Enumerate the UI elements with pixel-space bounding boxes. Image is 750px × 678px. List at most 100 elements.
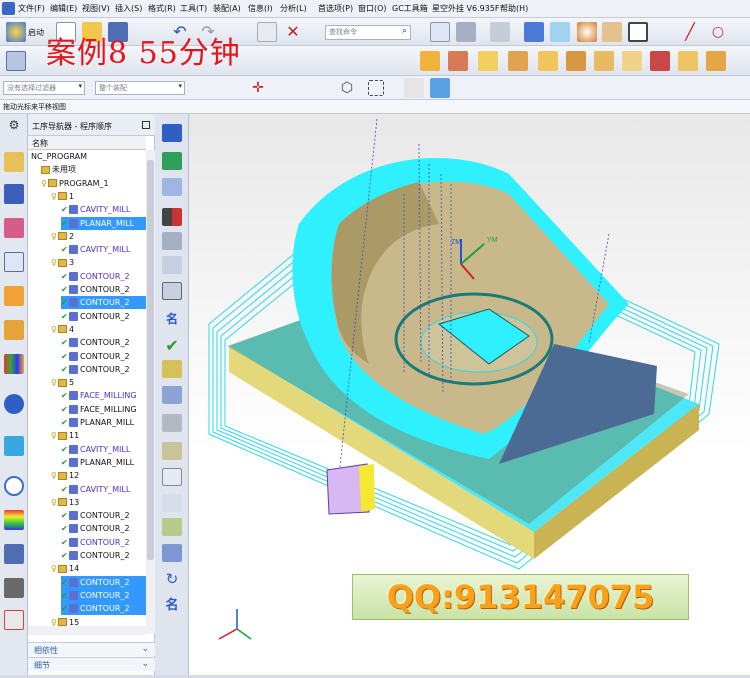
tree-row[interactable]: ✔ CONTOUR_2 [61, 588, 146, 602]
feature-navigator-icon[interactable] [4, 320, 24, 340]
reuse-library-icon[interactable] [4, 354, 24, 374]
tree-row[interactable]: ✔ CONTOUR_2 [61, 363, 146, 376]
create-geometry-icon[interactable] [448, 51, 468, 71]
create-tool-icon[interactable] [478, 51, 498, 71]
tree-row[interactable]: ✔ CAVITY_MILL [61, 243, 146, 256]
menu-item[interactable]: 帮助(H) [500, 3, 528, 14]
tree-row[interactable]: ♀ 1 [51, 190, 146, 203]
check-icon[interactable]: ✔ [162, 336, 182, 355]
machine-tool-icon[interactable] [706, 51, 726, 71]
tree-row[interactable]: ♀ 2 [51, 230, 146, 243]
tree-row[interactable]: ✔ CONTOUR_2 [61, 350, 146, 363]
tree-row[interactable]: ✔ CONTOUR_2 [61, 509, 146, 522]
system-scenes-icon[interactable] [4, 578, 24, 598]
fit-view-icon[interactable] [430, 22, 450, 42]
cut-icon[interactable] [257, 22, 277, 42]
tree-row[interactable]: ♀ PROGRAM_1 [41, 177, 146, 190]
tree-row[interactable]: ✔ CONTOUR_2 [61, 522, 146, 535]
tree-row[interactable]: ♀ 11 [51, 429, 146, 442]
tree-row[interactable]: ✔ PLANAR_MILL [61, 456, 146, 469]
constraint-navigator-icon[interactable] [4, 184, 24, 204]
operation-navigator-icon[interactable] [4, 252, 24, 272]
tree-row[interactable]: ✔ CONTOUR_2 [61, 270, 146, 283]
tree-row[interactable]: ♀ 4 [51, 323, 146, 336]
tree-row[interactable]: ♀ 3 [51, 256, 146, 269]
column-header-name[interactable]: 名称 [28, 136, 146, 150]
menu-item[interactable]: 格式(R) [148, 3, 176, 14]
tree-row[interactable]: ✔ CONTOUR_2 [61, 283, 146, 296]
tree-row[interactable]: ✔ CONTOUR_2 [61, 536, 146, 549]
user-icon[interactable] [162, 386, 182, 404]
split-icon[interactable] [162, 544, 182, 562]
machine-navigator-icon[interactable] [4, 286, 24, 306]
settings-icon[interactable]: ⚙ [4, 118, 24, 138]
refresh-icon[interactable]: ↻ [162, 570, 182, 588]
hidden-edge-view-icon[interactable] [550, 22, 570, 42]
program-group-icon[interactable] [6, 51, 26, 71]
tree-row[interactable]: ♀ 14 [51, 562, 146, 575]
tool-display-icon[interactable] [162, 256, 182, 274]
type-filter-select[interactable]: 没有选择过滤器 ▾ [3, 81, 85, 95]
blue-cube-icon[interactable] [430, 78, 450, 98]
output-cls-icon[interactable] [678, 51, 698, 71]
create-operation-icon[interactable] [420, 51, 440, 71]
roles-icon[interactable] [4, 544, 24, 564]
grid-icon[interactable] [162, 518, 182, 536]
tree-row[interactable]: ✔ CONTOUR_2 [61, 296, 146, 310]
scrollbar-thumb[interactable] [147, 160, 154, 560]
generate-path-icon[interactable] [508, 51, 528, 71]
vertical-scrollbar[interactable] [146, 150, 155, 634]
menu-item[interactable]: 插入(S) [115, 3, 142, 14]
postprocess-icon[interactable] [594, 51, 614, 71]
layer-icon[interactable] [602, 22, 622, 42]
tree-row[interactable]: ♀ 13 [51, 496, 146, 509]
tree-row[interactable]: ✔ PLANAR_MILL [61, 416, 146, 429]
image-icon[interactable] [162, 468, 182, 486]
wrench-icon[interactable] [162, 442, 182, 460]
menu-item[interactable]: 首选项(P) [318, 3, 353, 14]
program-icon[interactable] [162, 124, 182, 142]
tool-path-icon[interactable] [162, 232, 182, 250]
ipw-icon[interactable] [650, 51, 670, 71]
panel-details[interactable]: 细节 ⌄ [28, 657, 155, 671]
menu-item[interactable]: 信息(I) [248, 3, 273, 14]
tree-row[interactable]: NC_PROGRAM [31, 150, 146, 163]
tree-row[interactable]: ♀ 12 [51, 469, 146, 482]
tree-row[interactable]: ✔ CAVITY_MILL [61, 203, 146, 216]
delete-icon[interactable]: ✕ [283, 22, 303, 42]
menu-item[interactable]: 窗口(O) [358, 3, 387, 14]
shaded-view-icon[interactable] [456, 22, 476, 42]
arc-tool-icon[interactable]: ○ [708, 22, 728, 42]
palettes-icon[interactable] [4, 436, 24, 456]
insert-icon[interactable] [162, 152, 182, 170]
web-browser-icon[interactable] [4, 394, 24, 414]
menu-item[interactable]: 文件(F) [18, 3, 45, 14]
tree-row[interactable]: ✔ CAVITY_MILL [61, 443, 146, 456]
menu-item[interactable]: 工具(T) [180, 3, 207, 14]
cog-icon[interactable] [162, 414, 182, 432]
menu-item[interactable]: GC工具箱 [392, 3, 428, 14]
operation-tree[interactable]: NC_PROGRAM 未用项 ♀ PROGRAM_1 ♀ 1 ✔ CAVITY_MILL ✔ PL… [28, 150, 146, 634]
rename-icon[interactable]: 名 [162, 310, 182, 328]
history-icon[interactable] [4, 476, 24, 496]
eraser-icon[interactable] [404, 78, 424, 98]
start-icon[interactable] [6, 22, 26, 42]
start-button-label[interactable]: 启动 [28, 27, 44, 38]
tree-row[interactable]: ✔ CONTOUR_2 [61, 310, 146, 323]
line-tool-icon[interactable]: ╱ [680, 22, 700, 42]
wireframe-view-icon[interactable] [490, 22, 510, 42]
tree-row[interactable]: ✔ CONTOUR_2 [61, 602, 146, 616]
graphics-window[interactable]: ZM YM QQ:913147075 [189, 114, 750, 675]
menu-item[interactable]: 装配(A) [213, 3, 241, 14]
rename-icon[interactable]: 名 [162, 594, 182, 613]
gear-tool-icon[interactable] [162, 282, 182, 300]
tree-row[interactable]: 未用项 [41, 163, 146, 176]
tree-row[interactable]: ✔ PLANAR_MILL [61, 216, 146, 230]
tree-row[interactable]: ✔ CONTOUR_2 [61, 336, 146, 349]
horizontal-scrollbar[interactable] [28, 626, 146, 635]
tree-row[interactable]: ✔ FACE_MILLING [61, 389, 146, 402]
panel-dependencies[interactable]: 相依性 ⌄ [28, 642, 155, 656]
assembly-filter-select[interactable]: 整个装配 ▾ [95, 81, 185, 95]
iso-view-icon[interactable] [524, 22, 544, 42]
maximize-icon[interactable] [142, 121, 150, 129]
